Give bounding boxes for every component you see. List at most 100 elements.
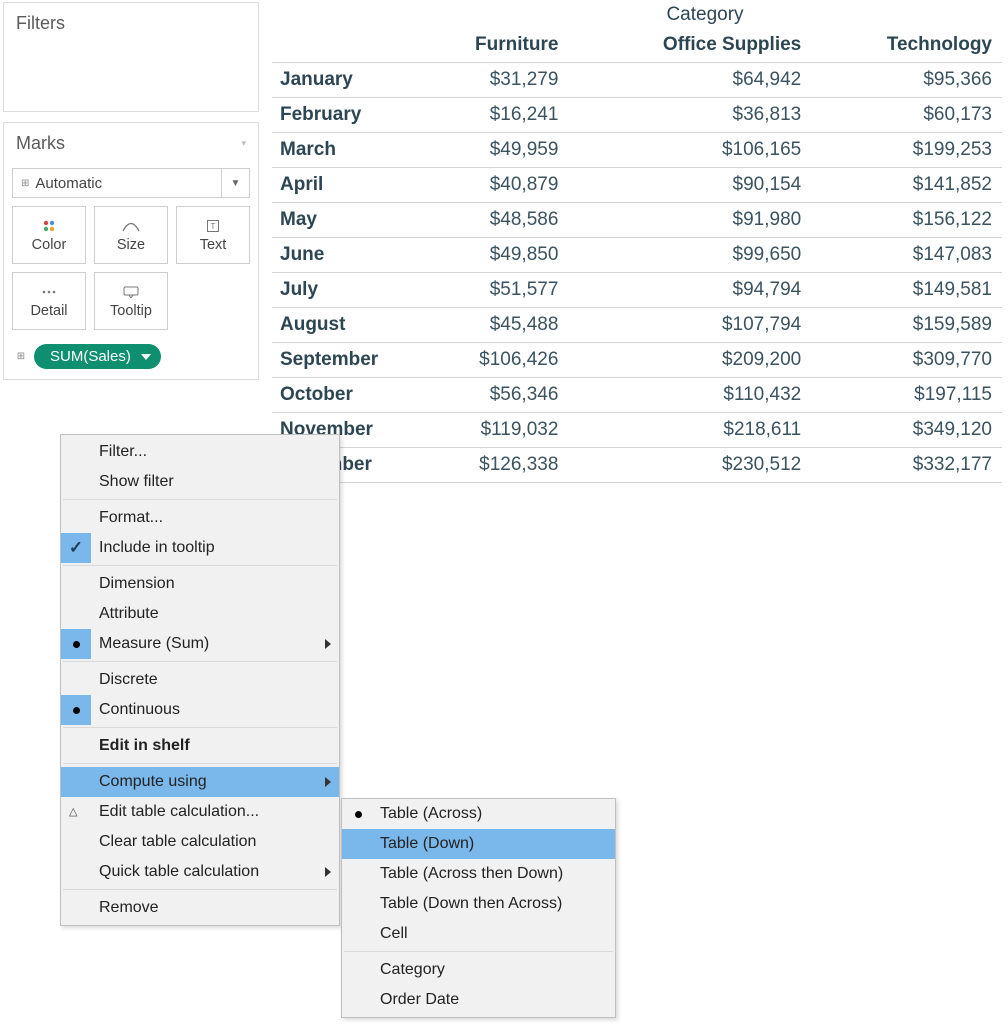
cell-value[interactable]: $60,173 bbox=[811, 98, 1002, 133]
cell-value[interactable]: $110,432 bbox=[568, 378, 811, 413]
menu-item-format[interactable]: Format... bbox=[61, 503, 339, 533]
cell-value[interactable]: $40,879 bbox=[412, 168, 568, 203]
menu-item-dimension[interactable]: Dimension bbox=[61, 569, 339, 599]
menu-item-measure-sum[interactable]: Measure (Sum) bbox=[61, 629, 339, 659]
table-row: February$16,241$36,813$60,173 bbox=[272, 98, 1002, 133]
submenu-table-across-down[interactable]: Table (Across then Down) bbox=[342, 859, 615, 889]
table-row: April$40,879$90,154$141,852 bbox=[272, 168, 1002, 203]
cell-value[interactable]: $48,586 bbox=[412, 203, 568, 238]
menu-item-quick-table-calc[interactable]: Quick table calculation bbox=[61, 857, 339, 887]
crosstab-table: Category Furniture Office Supplies Techn… bbox=[272, 0, 1002, 483]
tooltip-button[interactable]: Tooltip bbox=[94, 272, 168, 330]
mark-type-dropdown[interactable]: ⊞ Automatic ▼ bbox=[12, 168, 250, 198]
cell-value[interactable]: $332,177 bbox=[811, 448, 1002, 483]
column-header[interactable]: Office Supplies bbox=[568, 28, 811, 63]
marks-title: Marks bbox=[16, 133, 65, 154]
size-icon bbox=[122, 218, 140, 234]
tooltip-icon bbox=[123, 284, 139, 300]
cell-value[interactable]: $49,959 bbox=[412, 133, 568, 168]
bullet-icon bbox=[61, 695, 91, 725]
cell-value[interactable]: $107,794 bbox=[568, 308, 811, 343]
column-header[interactable]: Technology bbox=[811, 28, 1002, 63]
table-row: September$106,426$209,200$309,770 bbox=[272, 343, 1002, 378]
row-header[interactable]: March bbox=[272, 133, 412, 168]
menu-item-show-filter[interactable]: Show filter bbox=[61, 467, 339, 497]
cell-value[interactable]: $36,813 bbox=[568, 98, 811, 133]
submenu-table-down-across[interactable]: Table (Down then Across) bbox=[342, 889, 615, 919]
menu-item-clear-table-calc[interactable]: Clear table calculation bbox=[61, 827, 339, 857]
cell-value[interactable]: $16,241 bbox=[412, 98, 568, 133]
cell-value[interactable]: $126,338 bbox=[412, 448, 568, 483]
row-header[interactable]: May bbox=[272, 203, 412, 238]
menu-item-remove[interactable]: Remove bbox=[61, 893, 339, 925]
cell-value[interactable]: $95,366 bbox=[811, 63, 1002, 98]
row-header[interactable]: April bbox=[272, 168, 412, 203]
size-button[interactable]: Size bbox=[94, 206, 168, 264]
cell-value[interactable]: $119,032 bbox=[412, 413, 568, 448]
menu-item-edit-table-calc[interactable]: △ Edit table calculation... bbox=[61, 797, 339, 827]
chevron-down-icon[interactable] bbox=[141, 354, 151, 360]
cell-value[interactable]: $141,852 bbox=[811, 168, 1002, 203]
table-row: December$126,338$230,512$332,177 bbox=[272, 448, 1002, 483]
cell-value[interactable]: $309,770 bbox=[811, 343, 1002, 378]
cell-value[interactable]: $94,794 bbox=[568, 273, 811, 308]
menu-item-include-tooltip[interactable]: ✓ Include in tooltip bbox=[61, 533, 339, 563]
checkmark-icon: ✓ bbox=[61, 533, 91, 563]
cell-value[interactable]: $64,942 bbox=[568, 63, 811, 98]
submenu-table-across[interactable]: Table (Across) bbox=[342, 799, 615, 829]
detail-icon bbox=[42, 284, 56, 300]
cell-value[interactable]: $56,346 bbox=[412, 378, 568, 413]
chevron-right-icon bbox=[325, 777, 331, 787]
row-header[interactable]: June bbox=[272, 238, 412, 273]
row-header[interactable]: January bbox=[272, 63, 412, 98]
table-row: August$45,488$107,794$159,589 bbox=[272, 308, 1002, 343]
table-row: July$51,577$94,794$149,581 bbox=[272, 273, 1002, 308]
cell-value[interactable]: $31,279 bbox=[412, 63, 568, 98]
submenu-order-date[interactable]: Order Date bbox=[342, 985, 615, 1017]
cell-value[interactable]: $99,650 bbox=[568, 238, 811, 273]
column-header[interactable]: Furniture bbox=[412, 28, 568, 63]
cell-value[interactable]: $90,154 bbox=[568, 168, 811, 203]
menu-item-edit-in-shelf[interactable]: Edit in shelf bbox=[61, 731, 339, 761]
cell-value[interactable]: $149,581 bbox=[811, 273, 1002, 308]
cell-value[interactable]: $49,850 bbox=[412, 238, 568, 273]
cell-value[interactable]: $197,115 bbox=[811, 378, 1002, 413]
text-icon: T bbox=[207, 218, 219, 234]
submenu-table-down[interactable]: Table (Down) bbox=[342, 829, 615, 859]
menu-item-filter[interactable]: Filter... bbox=[61, 437, 339, 467]
row-header[interactable]: February bbox=[272, 98, 412, 133]
menu-item-attribute[interactable]: Attribute bbox=[61, 599, 339, 629]
cell-value[interactable]: $218,611 bbox=[568, 413, 811, 448]
row-header[interactable]: September bbox=[272, 343, 412, 378]
detail-button[interactable]: Detail bbox=[12, 272, 86, 330]
submenu-cell[interactable]: Cell bbox=[342, 919, 615, 949]
chevron-down-icon[interactable]: ▼ bbox=[221, 169, 249, 197]
menu-item-continuous[interactable]: Continuous bbox=[61, 695, 339, 725]
cell-value[interactable]: $159,589 bbox=[811, 308, 1002, 343]
table-row: November$119,032$218,611$349,120 bbox=[272, 413, 1002, 448]
menu-item-discrete[interactable]: Discrete bbox=[61, 665, 339, 695]
cell-value[interactable]: $349,120 bbox=[811, 413, 1002, 448]
chevron-right-icon bbox=[325, 639, 331, 649]
cell-value[interactable]: $45,488 bbox=[412, 308, 568, 343]
menu-item-compute-using[interactable]: Compute using bbox=[61, 767, 339, 797]
cell-value[interactable]: $230,512 bbox=[568, 448, 811, 483]
cell-value[interactable]: $156,122 bbox=[811, 203, 1002, 238]
collapse-icon[interactable]: ▾ bbox=[241, 138, 246, 149]
row-header[interactable]: August bbox=[272, 308, 412, 343]
submenu-category[interactable]: Category bbox=[342, 955, 615, 985]
marks-panel: Marks ▾ ⊞ Automatic ▼ Color bbox=[3, 122, 259, 380]
cell-value[interactable]: $147,083 bbox=[811, 238, 1002, 273]
color-button[interactable]: Color bbox=[12, 206, 86, 264]
cell-value[interactable]: $51,577 bbox=[412, 273, 568, 308]
cell-value[interactable]: $91,980 bbox=[568, 203, 811, 238]
cell-value[interactable]: $199,253 bbox=[811, 133, 1002, 168]
cell-value[interactable]: $106,426 bbox=[412, 343, 568, 378]
text-button[interactable]: T Text bbox=[176, 206, 250, 264]
row-header[interactable]: July bbox=[272, 273, 412, 308]
sum-sales-pill[interactable]: SUM(Sales) bbox=[34, 344, 161, 369]
cell-value[interactable]: $209,200 bbox=[568, 343, 811, 378]
row-header[interactable]: October bbox=[272, 378, 412, 413]
cell-value[interactable]: $106,165 bbox=[568, 133, 811, 168]
text-glyph-icon: ⊞ bbox=[14, 351, 28, 362]
